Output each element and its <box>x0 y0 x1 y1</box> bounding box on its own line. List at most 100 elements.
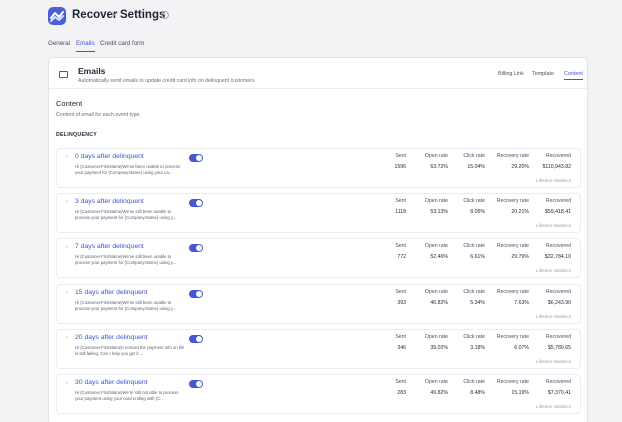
lifetime-statistics-label: Lifetime statistics <box>536 359 571 364</box>
email-event-row[interactable]: › 20 days after delinquent Hi {Customer.Fi… <box>56 329 581 369</box>
stat-value-recovered: $32,784.10 <box>545 254 571 260</box>
segment-template[interactable]: Template <box>532 71 554 77</box>
stat-header-sent: Sent <box>395 153 406 159</box>
event-name-link[interactable]: 20 days after delinquent <box>75 334 148 341</box>
chevron-right-icon[interactable]: › <box>66 335 68 341</box>
email-event-row[interactable]: › 0 days after delinquent Hi {Customer.Fir… <box>56 148 581 188</box>
stat-value-click-rate: 8.48% <box>470 390 485 396</box>
segment-content[interactable]: Content <box>564 71 583 80</box>
event-name-link[interactable]: 15 days after delinquent <box>75 289 148 296</box>
stat-value-recovery-rate: 20.21% <box>511 209 529 215</box>
lifetime-statistics-label: Lifetime statistics <box>536 404 571 409</box>
stat-value-recovered: $59,418.41 <box>545 209 571 215</box>
info-icon[interactable] <box>161 11 169 19</box>
stat-header-open-rate: Open rate <box>424 198 448 204</box>
stat-value-open-rate: 52.46% <box>430 254 448 260</box>
event-name-link[interactable]: 3 days after delinquent <box>75 198 144 205</box>
page-header: Recover > Settings <box>0 0 622 34</box>
chevron-right-icon[interactable]: › <box>66 154 68 160</box>
stat-header-sent: Sent <box>395 379 406 385</box>
stat-header-recovery-rate: Recovery rate <box>496 243 529 249</box>
stat-header-click-rate: Click rate <box>463 153 485 159</box>
stat-header-open-rate: Open rate <box>424 243 448 249</box>
stat-header-sent: Sent <box>395 334 406 340</box>
segment-billing-link[interactable]: Billing Link <box>498 71 524 77</box>
email-preview: Hi {Customer.FirstName}We've been unable… <box>75 164 181 175</box>
stat-value-open-rate: 53.13% <box>430 209 448 215</box>
enabled-toggle[interactable] <box>189 199 203 207</box>
emails-card: Emails Automatically send emails to upda… <box>48 57 588 422</box>
stat-header-recovered: Recovered <box>545 153 571 159</box>
email-preview: Hi {Customer.FirstName}We're still not a… <box>75 390 179 401</box>
tab-emails[interactable]: Emails <box>76 40 95 52</box>
stat-header-recovered: Recovered <box>545 334 571 340</box>
stat-value-sent: 283 <box>397 390 406 396</box>
stat-value-sent: 772 <box>397 254 406 260</box>
stat-value-recovery-rate: 15.19% <box>511 390 529 396</box>
card-header: Emails Automatically send emails to upda… <box>49 58 587 89</box>
lifetime-statistics-label: Lifetime statistics <box>536 178 571 183</box>
email-event-row[interactable]: › 3 days after delinquent Hi {Customer.Fir… <box>56 193 581 233</box>
stat-value-open-rate: 63.72% <box>430 164 448 170</box>
stat-value-recovery-rate: 7.63% <box>514 300 529 306</box>
stat-header-click-rate: Click rate <box>463 379 485 385</box>
lifetime-statistics-label: Lifetime statistics <box>536 223 571 228</box>
stat-value-sent: 346 <box>397 345 406 351</box>
chevron-right-icon[interactable]: › <box>66 199 68 205</box>
stat-header-recovered: Recovered <box>545 243 571 249</box>
email-preview: Hi {Customer.FirstName}We've still been … <box>75 254 177 265</box>
app-logo-icon[interactable] <box>48 7 66 25</box>
stat-header-recovery-rate: Recovery rate <box>496 334 529 340</box>
stat-value-recovery-rate: 6.07% <box>514 345 529 351</box>
stat-value-recovered: $5,789.65 <box>547 345 571 351</box>
stat-header-recovered: Recovered <box>545 198 571 204</box>
tab-credit-card-form[interactable]: Credit card form <box>100 40 144 47</box>
section-description: Content of email for each event type. <box>56 112 141 118</box>
email-event-row[interactable]: › 15 days after delinquent Hi {Customer.Fi… <box>56 284 581 324</box>
lifetime-statistics-label: Lifetime statistics <box>536 268 571 273</box>
email-event-row[interactable]: › 30 days after delinquent Hi {Customer.Fi… <box>56 374 581 414</box>
group-label: DELINQUENCY <box>56 132 98 138</box>
stat-header-open-rate: Open rate <box>424 334 448 340</box>
event-name-link[interactable]: 7 days after delinquent <box>75 243 144 250</box>
chevron-right-icon[interactable]: › <box>66 380 68 386</box>
stat-value-recovered: $6,243.90 <box>547 300 571 306</box>
stat-value-open-rate: 49.82% <box>430 390 448 396</box>
stat-value-click-rate: 3.18% <box>470 345 485 351</box>
stat-header-click-rate: Click rate <box>463 198 485 204</box>
stat-value-click-rate: 15.04% <box>467 164 485 170</box>
stat-header-sent: Sent <box>395 289 406 295</box>
stat-value-recovered: $7,370.41 <box>547 390 571 396</box>
stat-header-open-rate: Open rate <box>424 153 448 159</box>
mail-icon <box>59 71 68 78</box>
stat-header-recovery-rate: Recovery rate <box>496 379 529 385</box>
enabled-toggle[interactable] <box>189 244 203 252</box>
stat-header-click-rate: Click rate <box>463 243 485 249</box>
email-event-row[interactable]: › 7 days after delinquent Hi {Customer.Fir… <box>56 238 581 278</box>
stat-value-recovered: $110,943.82 <box>542 164 571 170</box>
section-title: Content <box>56 99 83 108</box>
event-name-link[interactable]: 0 days after delinquent <box>75 153 144 160</box>
stat-header-recovered: Recovered <box>545 289 571 295</box>
lifetime-statistics-label: Lifetime statistics <box>536 314 571 319</box>
enabled-toggle[interactable] <box>189 154 203 162</box>
chevron-right-icon[interactable]: › <box>66 244 68 250</box>
stat-value-click-rate: 6.61% <box>470 254 485 260</box>
stat-value-sent: 393 <box>397 300 406 306</box>
stat-header-click-rate: Click rate <box>463 289 485 295</box>
stat-header-sent: Sent <box>395 243 406 249</box>
enabled-toggle[interactable] <box>189 290 203 298</box>
stat-value-recovery-rate: 29.79% <box>511 254 529 260</box>
enabled-toggle[interactable] <box>189 380 203 388</box>
enabled-toggle[interactable] <box>189 335 203 343</box>
breadcrumb-separator: > <box>110 10 116 21</box>
stat-header-recovered: Recovered <box>545 379 571 385</box>
page-title: Settings <box>120 9 166 21</box>
stat-value-open-rate: 39.02% <box>430 345 448 351</box>
stat-header-open-rate: Open rate <box>424 379 448 385</box>
chevron-right-icon[interactable]: › <box>66 290 68 296</box>
tab-general[interactable]: General <box>48 40 70 47</box>
stat-value-sent: 1596 <box>394 164 406 170</box>
event-name-link[interactable]: 30 days after delinquent <box>75 379 148 386</box>
stat-header-click-rate: Click rate <box>463 334 485 340</box>
